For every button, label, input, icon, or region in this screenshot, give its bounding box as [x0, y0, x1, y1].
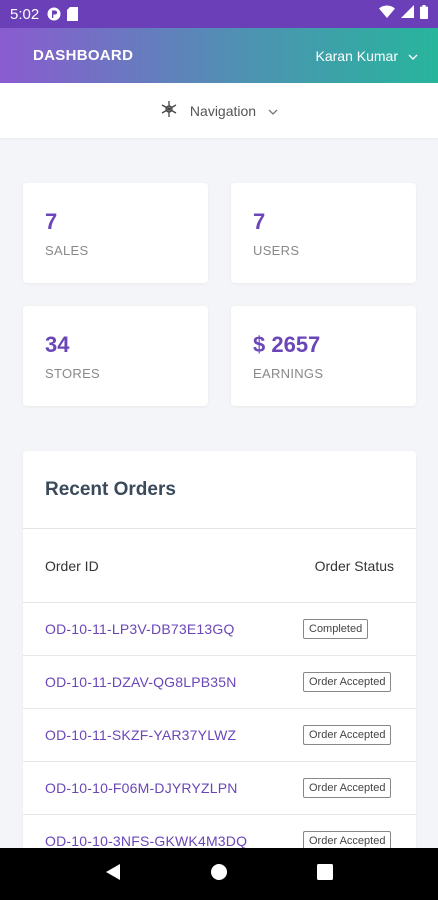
- app-title: DASHBOARD: [33, 47, 134, 64]
- sd-card-icon: [67, 7, 79, 21]
- user-menu[interactable]: Karan Kumar: [316, 48, 418, 64]
- stat-label: STORES: [45, 366, 101, 381]
- chevron-down-icon: [408, 48, 418, 64]
- stat-card-sales: 7 SALES: [23, 183, 208, 283]
- chevron-down-icon: [268, 103, 278, 119]
- signal-icon: [401, 5, 414, 23]
- status-badge: Completed: [303, 619, 369, 639]
- stat-card-earnings: $ 2657 EARNINGS: [231, 306, 416, 406]
- stat-card-users: 7 USERS: [231, 183, 416, 283]
- order-id-link[interactable]: OD-10-10-F06M-DJYRYZLPN: [45, 780, 238, 796]
- column-order-id: Order ID: [45, 557, 99, 574]
- stat-value: 7: [253, 209, 266, 234]
- order-id-link[interactable]: OD-10-11-SKZF-YAR37YLWZ: [45, 727, 236, 743]
- table-row[interactable]: OD-10-11-DZAV-QG8LPB35N Order Accepted: [23, 656, 416, 709]
- stat-label: SALES: [45, 243, 89, 258]
- app-notification-icon: [47, 7, 61, 21]
- system-navigation-bar: [0, 848, 438, 900]
- wifi-icon: [379, 5, 395, 23]
- table-row[interactable]: OD-10-11-SKZF-YAR37YLWZ Order Accepted: [23, 709, 416, 762]
- stat-label: EARNINGS: [253, 366, 324, 381]
- recents-icon[interactable]: [317, 863, 334, 885]
- recent-orders-title: Recent Orders: [23, 451, 416, 529]
- status-badge: Order Accepted: [303, 672, 392, 692]
- recent-orders-card: Recent Orders Order ID Order Status OD-1…: [23, 451, 416, 871]
- stat-value: 34: [45, 332, 70, 357]
- navigation-icon: [160, 100, 178, 121]
- table-header: Order ID Order Status: [23, 529, 416, 603]
- order-id-link[interactable]: OD-10-11-DZAV-QG8LPB35N: [45, 674, 237, 690]
- status-bar: 5:02: [0, 0, 438, 28]
- stat-card-stores: 34 STORES: [23, 306, 208, 406]
- navigation-dropdown[interactable]: Navigation: [0, 83, 438, 138]
- column-order-status: Order Status: [314, 557, 394, 574]
- home-icon[interactable]: [210, 863, 228, 886]
- order-id-link[interactable]: OD-10-10-3NFS-GKWK4M3DQ: [45, 833, 247, 849]
- stat-value: 7: [45, 209, 58, 234]
- status-badge: Order Accepted: [303, 778, 392, 798]
- stat-value: $ 2657: [253, 332, 321, 357]
- battery-icon: [420, 4, 428, 24]
- order-id-link[interactable]: OD-10-11-LP3V-DB73E13GQ: [45, 621, 235, 637]
- user-name: Karan Kumar: [315, 47, 398, 64]
- navigation-label: Navigation: [189, 102, 257, 119]
- stat-label: USERS: [253, 243, 300, 258]
- table-row[interactable]: OD-10-10-F06M-DJYRYZLPN Order Accepted: [23, 762, 416, 815]
- status-badge: Order Accepted: [303, 725, 392, 745]
- back-icon[interactable]: [105, 863, 121, 886]
- app-header: DASHBOARD Karan Kumar: [0, 28, 438, 83]
- status-time: 5:02: [10, 5, 40, 23]
- table-row[interactable]: OD-10-11-LP3V-DB73E13GQ Completed: [23, 603, 416, 656]
